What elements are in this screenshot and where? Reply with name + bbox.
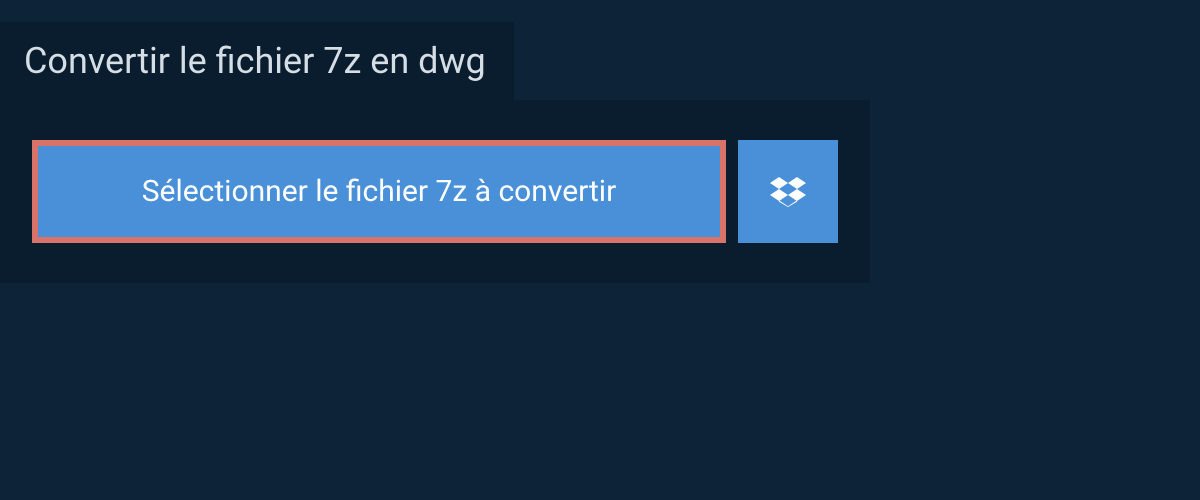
page-title: Convertir le fichier 7z en dwg — [24, 40, 486, 82]
select-file-label: Sélectionner le fichier 7z à convertir — [142, 174, 617, 209]
dropbox-button[interactable] — [738, 140, 838, 243]
header-tab: Convertir le fichier 7z en dwg — [0, 22, 514, 100]
main-panel: Sélectionner le fichier 7z à convertir — [0, 100, 870, 283]
select-file-button[interactable]: Sélectionner le fichier 7z à convertir — [32, 140, 726, 243]
button-row: Sélectionner le fichier 7z à convertir — [32, 140, 838, 243]
dropbox-icon — [770, 174, 806, 210]
